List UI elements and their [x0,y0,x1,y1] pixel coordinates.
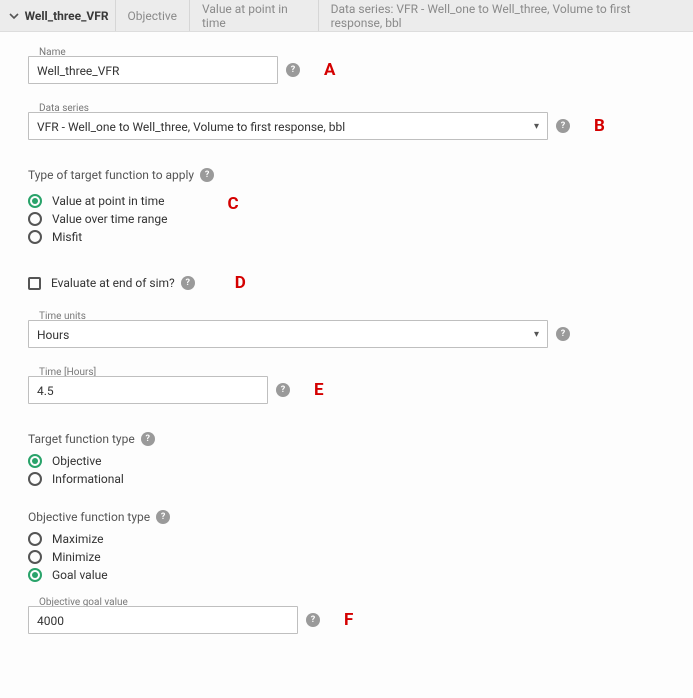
radio-misfit[interactable]: Misfit [28,230,167,244]
annotation-b: B [594,116,605,136]
radio-icon [28,194,42,208]
radio-label: Goal value [52,568,108,582]
annotation-f: F [344,610,353,630]
help-icon[interactable]: ? [306,613,320,627]
radio-icon [28,230,42,244]
radio-label: Value over time range [52,212,167,226]
target-fn-group: Type of target function to apply ? Value… [28,168,665,248]
time-units-select[interactable]: Hours ▾ [28,320,548,348]
chevron-down-icon: ▾ [534,329,539,340]
time-value: 4.5 [37,384,54,398]
target-type-group: Target function type ? Objective Informa… [28,432,665,486]
radio-goal-value[interactable]: Goal value [28,568,665,582]
target-fn-label: Type of target function to apply [28,168,194,182]
evaluate-end-label: Evaluate at end of sim? [51,276,175,290]
help-icon[interactable]: ? [556,119,570,133]
goal-value: 4000 [37,614,64,628]
radio-icon [28,472,42,486]
radio-value-over-range[interactable]: Value over time range [28,212,167,226]
help-icon[interactable]: ? [276,383,290,397]
radio-objective[interactable]: Objective [28,454,665,468]
chevron-down-icon: ▾ [534,121,539,132]
radio-label: Objective [52,454,101,468]
evaluate-end-checkbox[interactable]: Evaluate at end of sim? [28,276,175,290]
radio-label: Minimize [52,550,101,564]
annotation-d: D [235,273,246,293]
time-units-value: Hours [37,328,69,342]
radio-label: Value at point in time [52,194,164,208]
help-icon[interactable]: ? [200,168,214,182]
time-input[interactable]: 4.5 [28,376,268,404]
name-input[interactable]: Well_three_VFR [28,56,278,84]
radio-icon [28,532,42,546]
help-icon[interactable]: ? [286,63,300,77]
form-body: Name Well_three_VFR ? A Data series VFR … [0,32,693,664]
radio-value-at-point[interactable]: Value at point in time [28,194,167,208]
radio-icon [28,550,42,564]
help-icon[interactable]: ? [556,327,570,341]
annotation-e: E [314,380,324,400]
annotation-c: C [227,194,238,214]
radio-informational[interactable]: Informational [28,472,665,486]
obj-type-group: Objective function type ? Maximize Minim… [28,510,665,582]
chevron-down-icon[interactable] [6,11,23,21]
name-value: Well_three_VFR [37,64,119,78]
radio-label: Informational [52,472,124,486]
help-icon[interactable]: ? [181,276,195,290]
obj-type-label: Objective function type [28,510,150,524]
header-bar: Well_three_VFR Objective Value at point … [0,0,693,32]
radio-icon [28,568,42,582]
goal-value-input[interactable]: 4000 [28,606,298,634]
breadcrumb-objective[interactable]: Objective [115,0,189,31]
breadcrumb-value[interactable]: Value at point in time [189,0,318,31]
target-type-label: Target function type [28,432,135,446]
radio-minimize[interactable]: Minimize [28,550,665,564]
radio-icon [28,454,42,468]
radio-label: Maximize [52,532,104,546]
radio-label: Misfit [52,230,82,244]
checkbox-icon [28,277,41,290]
annotation-a: A [324,60,335,80]
header-title: Well_three_VFR [23,9,115,23]
data-series-value: VFR - Well_one to Well_three, Volume to … [37,120,345,134]
radio-maximize[interactable]: Maximize [28,532,665,546]
help-icon[interactable]: ? [156,510,170,524]
help-icon[interactable]: ? [141,432,155,446]
data-series-select[interactable]: VFR - Well_one to Well_three, Volume to … [28,112,548,140]
breadcrumb-series[interactable]: Data series: VFR - Well_one to Well_thre… [318,0,687,31]
radio-icon [28,212,42,226]
